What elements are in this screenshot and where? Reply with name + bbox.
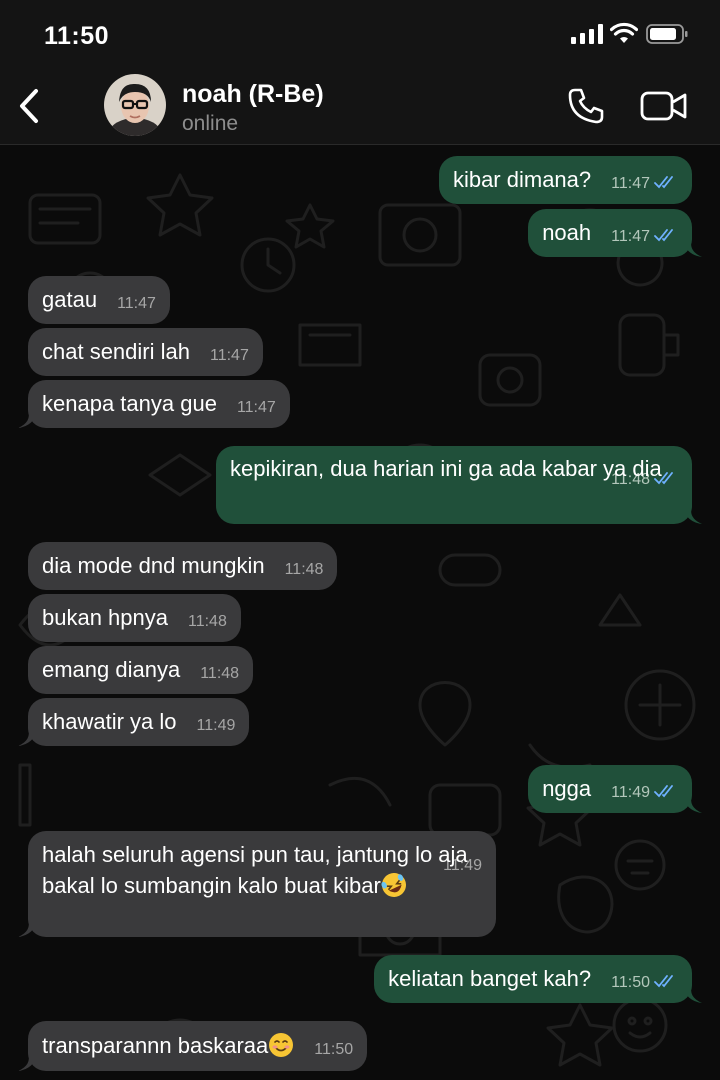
message-time: 11:47 — [611, 175, 650, 192]
message-time: 11:47 — [611, 228, 650, 245]
phone-icon[interactable] — [566, 86, 606, 126]
message-bubble-outgoing[interactable]: 11:50 keliatan banget kah? — [374, 955, 702, 1003]
message-text: gatau — [42, 287, 98, 312]
message-text: khawatir ya lo — [42, 709, 177, 734]
chat-area[interactable]: 11:47 kibar dimana? 11:47 noah gatau 11:4… — [0, 145, 720, 1080]
message-time: 11:47 — [236, 399, 276, 416]
message-bubble-incoming[interactable]: transparannn baskaraa 11:50 — [18, 1021, 368, 1071]
message-bubble-outgoing[interactable]: 11:49 ngga — [528, 765, 702, 813]
message-text: dia mode dnd mungkin — [42, 553, 265, 578]
message-text: keliatan banget kah? — [388, 966, 592, 991]
bubble-tail — [682, 985, 702, 1003]
message-text: chat sendiri lah — [42, 339, 190, 364]
status-time: 11:50 — [44, 22, 110, 50]
message-bubble-incoming[interactable]: emang dianya 11:48 — [28, 646, 254, 694]
message-bubble-incoming[interactable]: khawatir ya lo 11:49 — [18, 698, 250, 746]
bubble-tail — [682, 795, 702, 813]
read-receipt-icon — [654, 785, 673, 798]
back-button[interactable] — [12, 86, 46, 126]
bubble-tail — [682, 239, 702, 257]
message-time: 11:50 — [314, 1041, 354, 1058]
rolling-on-floor-laughing-icon — [381, 873, 406, 897]
message-time: 11:48 — [188, 613, 227, 630]
message-text: kibar dimana? — [452, 167, 592, 192]
bubble-tail — [18, 919, 38, 937]
message-text: kenapa tanya gue — [42, 391, 217, 416]
message-time: 11:49 — [611, 784, 650, 801]
message-list: 11:47 kibar dimana? 11:47 noah gatau 11:4… — [0, 145, 720, 1080]
bubble-tail — [18, 410, 38, 428]
smiling-face-icon — [269, 1033, 294, 1057]
bubble-tail — [18, 1053, 38, 1071]
message-bubble-incoming[interactable]: dia mode dnd mungkin 11:48 — [28, 542, 338, 590]
message-time: 11:47 — [117, 295, 156, 312]
cellular-signal-icon — [571, 24, 603, 44]
read-receipt-icon — [654, 975, 673, 988]
message-bubble-incoming[interactable]: chat sendiri lah 11:47 — [28, 328, 263, 376]
message-time: 11:48 — [200, 665, 240, 682]
chat-header: noah (R-Be) online — [0, 70, 720, 145]
battery-icon — [646, 24, 688, 44]
read-receipt-icon — [654, 229, 673, 242]
contact-name[interactable]: noah (R-Be) — [182, 80, 324, 109]
message-bubble-incoming[interactable]: bukan hpnya 11:48 — [28, 594, 241, 642]
contact-status: online — [182, 112, 239, 135]
message-text: noah — [542, 220, 592, 245]
message-text: kepikiran, dua harian ini ga ada kabar y… — [230, 456, 662, 481]
read-receipt-icon — [654, 176, 673, 189]
message-bubble-outgoing[interactable]: 11:47 noah — [528, 209, 702, 257]
video-camera-icon[interactable] — [640, 90, 688, 122]
message-time: 11:47 — [209, 347, 249, 364]
status-bar: 11:50 — [0, 0, 720, 70]
message-bubble-incoming[interactable]: gatau 11:47 — [28, 276, 170, 324]
message-time: 11:50 — [611, 974, 650, 991]
wifi-icon — [610, 22, 638, 43]
message-text: bukan hpnya — [42, 605, 168, 630]
message-text: emang dianya — [42, 657, 181, 682]
bubble-tail — [18, 728, 38, 746]
message-bubble-incoming[interactable]: kenapa tanya gue 11:47 — [18, 380, 290, 428]
message-time: 11:48 — [284, 561, 324, 578]
message-text: halah seluruh agensi pun tau, jantung lo… — [42, 842, 474, 898]
avatar[interactable] — [104, 74, 166, 136]
message-bubble-incoming[interactable]: halah seluruh agensi pun tau, jantung lo… — [18, 831, 496, 937]
message-bubble-outgoing[interactable]: kepikiran, dua harian ini ga ada kabar y… — [216, 446, 702, 524]
message-text: transparannn baskaraa — [42, 1033, 269, 1058]
message-bubble-outgoing[interactable]: 11:47 kibar dimana? — [438, 156, 692, 204]
bubble-tail — [682, 506, 702, 524]
message-time: 11:49 — [196, 717, 236, 734]
message-text: ngga — [542, 776, 592, 801]
